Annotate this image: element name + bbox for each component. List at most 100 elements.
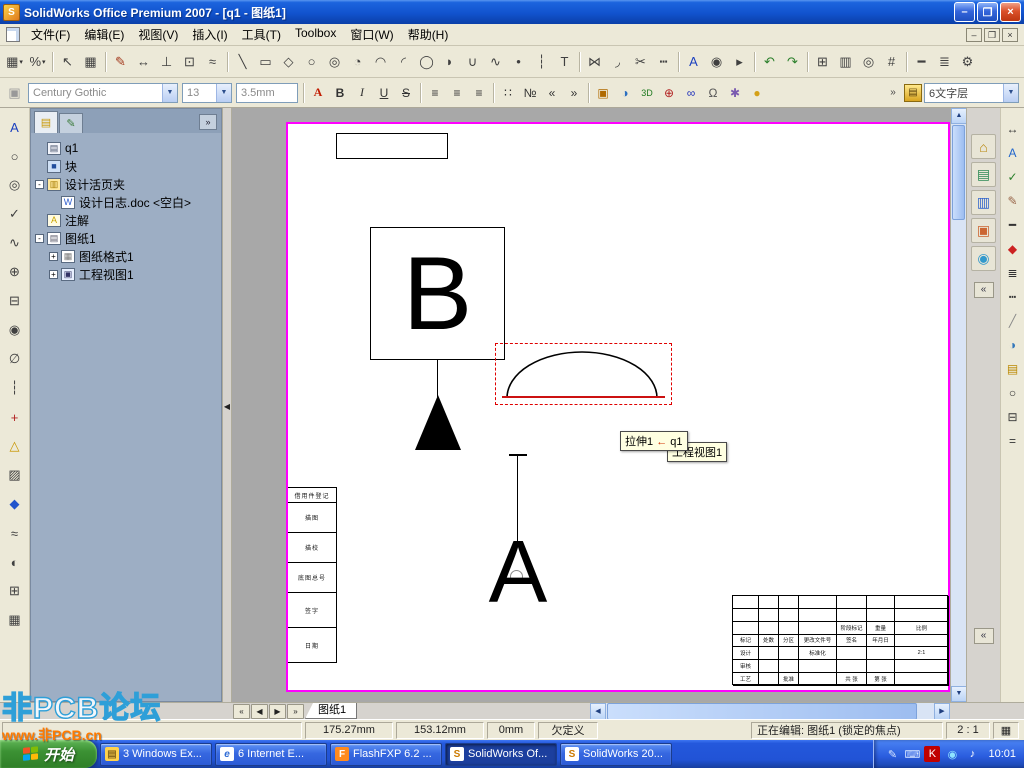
text-height-field[interactable]: 3.5mm (236, 82, 298, 103)
line-format-button[interactable]: ━ (910, 50, 933, 73)
appearances-scenes-button[interactable]: ◉ (971, 246, 996, 271)
standard-views-button[interactable]: ⊞ (811, 50, 834, 73)
italic-button[interactable]: I (351, 83, 373, 103)
text-format-button[interactable]: ▣ (3, 81, 26, 104)
view-a-box[interactable]: A (483, 528, 553, 616)
task-flashfxp[interactable]: F FlashFXP 6.2 ... (330, 742, 442, 766)
antivirus-tray-icon[interactable]: K (924, 746, 941, 762)
crop-view-button[interactable]: # (880, 50, 903, 73)
layer-right-button[interactable]: ▤ (1002, 358, 1024, 380)
options-button[interactable]: ⚙ (956, 50, 979, 73)
propertymanager-tab[interactable]: ✎ (59, 113, 83, 133)
zoom-scale-button[interactable]: % ▾ (26, 50, 49, 73)
select-tool-button[interactable]: ↖ (56, 50, 79, 73)
layer-combo[interactable]: 6文字层 ▼ (924, 82, 1019, 103)
menu-view[interactable]: 视图(V) (131, 23, 185, 46)
task-solidworks-2007[interactable]: S SolidWorks 20... (560, 742, 672, 766)
arc-entity[interactable] (501, 346, 663, 402)
scroll-right-button[interactable]: ▶ (934, 703, 950, 720)
offset-entities-button[interactable]: ≈ (201, 50, 224, 73)
file-explorer-button[interactable]: ▥ (971, 190, 996, 215)
pen-tray-icon[interactable]: ✎ (884, 746, 900, 762)
three-point-arc-button[interactable]: ◜ (392, 50, 415, 73)
fillet-entities-button[interactable]: ◞ (606, 50, 629, 73)
spell-checker-button[interactable]: ✓ (1002, 166, 1024, 188)
align-center-button[interactable]: ≡ (446, 83, 468, 103)
format-painter-button[interactable]: ✎ (1002, 190, 1024, 212)
menu-toolbox[interactable]: Toolbox (288, 23, 343, 46)
drawing-sheet[interactable]: B 拉伸1 ← q1 工程视图1 A 借用件登记 描图 描校底图总号 签字 日期… (286, 122, 950, 692)
detail-view-button[interactable]: ◎ (857, 50, 880, 73)
note-button[interactable]: A (682, 50, 705, 73)
hide-edge-button[interactable]: ╱ (1002, 310, 1024, 332)
bullets-button[interactable]: ∷ (497, 83, 519, 103)
last-sheet-button[interactable]: » (287, 704, 304, 719)
underline-button[interactable]: U (373, 83, 395, 103)
line-color-button[interactable]: ◆ (1002, 238, 1024, 260)
circle-button[interactable]: ○ (300, 50, 323, 73)
weld-caterpillar-button[interactable]: ≈ (2, 520, 28, 546)
hole-callout-button[interactable]: ∅ (2, 346, 28, 372)
tree-item-sheet-format1[interactable]: + ▦ 图纸格式1 (35, 247, 219, 265)
weld-symbol-button[interactable]: ∿ (2, 230, 28, 256)
menu-edit[interactable]: 编辑(E) (77, 23, 131, 46)
panel-splitter[interactable]: ◀ (222, 108, 232, 702)
numbering-button[interactable]: № (519, 83, 541, 103)
dimension-right-button[interactable]: ↔ (1002, 118, 1024, 140)
centerline-button[interactable]: ┆ (2, 375, 28, 401)
annotation-note-button[interactable]: A (2, 114, 28, 140)
add-relation-button[interactable]: ⊥ (155, 50, 178, 73)
construction-geometry-button[interactable]: ┅ (652, 50, 675, 73)
datum-right-button[interactable]: ⊟ (1002, 406, 1024, 428)
prev-sheet-button[interactable]: ◀ (251, 704, 268, 719)
tree-item-root[interactable]: ▤ q1 (35, 139, 219, 157)
bold-button[interactable]: B (329, 83, 351, 103)
mdi-close-button[interactable]: × (1002, 27, 1018, 42)
layer-properties-button[interactable]: ≣ (933, 50, 956, 73)
line-format-right-button[interactable]: ━ (1002, 214, 1024, 236)
chevron-down-icon[interactable]: ▼ (1003, 83, 1018, 102)
grid-settings-button[interactable]: ▦ (79, 50, 102, 73)
sketch-button[interactable]: ✎ (109, 50, 132, 73)
start-button[interactable]: 开始 (0, 740, 97, 768)
menu-insert[interactable]: 插入(I) (185, 23, 234, 46)
datum-target-button[interactable]: ◉ (2, 317, 28, 343)
equal-spacing-button[interactable]: = (1002, 430, 1024, 452)
model-items-button[interactable]: ▸ (728, 50, 751, 73)
point-button[interactable]: • (507, 50, 530, 73)
general-table-button[interactable]: ▦ (2, 607, 28, 633)
solidworks-resources-button[interactable]: ⌂ (971, 134, 996, 159)
line-style-button[interactable]: ┅ (1002, 286, 1024, 308)
view-palette-button[interactable]: ▣ (592, 83, 614, 103)
ole-object-button[interactable]: ⊕ (658, 83, 680, 103)
menu-tools[interactable]: 工具(T) (235, 23, 288, 46)
parabola-button[interactable]: ∪ (461, 50, 484, 73)
taskpane-collapse-button-bottom[interactable]: « (973, 628, 994, 644)
smart-dimension-button[interactable]: ↔ (132, 50, 155, 73)
appearance-button[interactable]: ● (746, 83, 768, 103)
font-name-combo[interactable]: Century Gothic ▼ (28, 82, 178, 103)
photo-view-button[interactable]: ◑ (614, 83, 636, 103)
design-library-button[interactable]: ▤ (971, 162, 996, 187)
menu-window[interactable]: 窗口(W) (343, 23, 400, 46)
expand-icon[interactable]: + (49, 251, 58, 261)
toolbar-overflow-button[interactable]: » (886, 83, 900, 103)
menu-help[interactable]: 帮助(H) (401, 23, 456, 46)
expand-icon[interactable]: + (49, 269, 58, 279)
task-internet-explorer[interactable]: e 6 Internet E... (215, 742, 327, 766)
selected-edge[interactable] (502, 396, 665, 398)
undo-button[interactable]: ↶ (758, 50, 781, 73)
convert-entities-button[interactable]: ⊡ (178, 50, 201, 73)
color-display-mode-button[interactable]: ◑ (1002, 334, 1024, 356)
align-left-button[interactable]: ≡ (424, 83, 446, 103)
horizontal-scroll-thumb[interactable] (607, 703, 917, 720)
featuremanager-tab[interactable]: ▤ (34, 111, 58, 133)
chevron-down-icon[interactable]: ▼ (216, 83, 231, 102)
view-palette-button[interactable]: ▣ (971, 218, 996, 243)
font-color-button[interactable]: A (307, 83, 329, 103)
volume-tray-icon[interactable]: ♪ (964, 746, 980, 762)
3d-drawing-view-button[interactable]: 3D (636, 83, 658, 103)
messenger-tray-icon[interactable]: ◉ (944, 746, 960, 762)
centerpoint-arc-button[interactable]: ◔ (346, 50, 369, 73)
drawing-area[interactable]: B 拉伸1 ← q1 工程视图1 A 借用件登记 描图 描校底图总号 签字 日期… (232, 108, 950, 702)
